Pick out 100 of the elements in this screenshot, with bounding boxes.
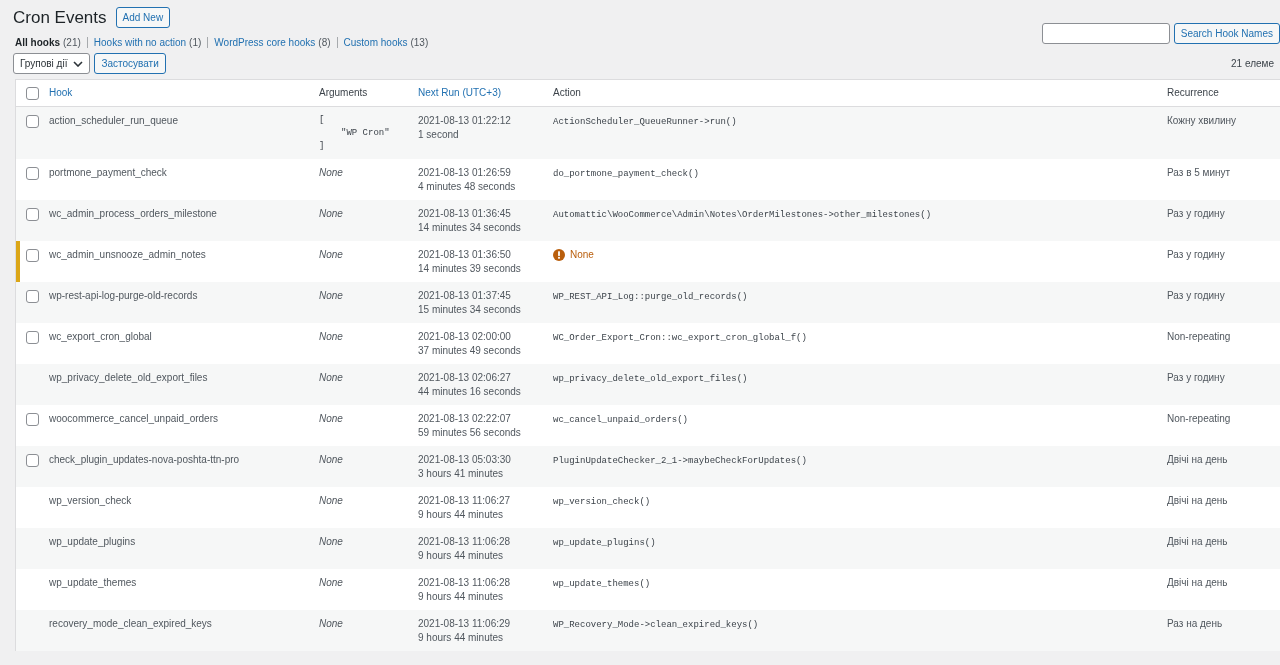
argument-code-line: [ (319, 114, 326, 127)
next-run-time: 2021-08-13 11:06:28 (418, 535, 512, 549)
filter-count: (8) (318, 37, 331, 48)
next-run-relative: 4 minutes 48 seconds (418, 180, 517, 194)
recurrence-text: Двічі на день (1167, 577, 1228, 588)
recurrence-text: Раз у годину (1167, 372, 1225, 383)
row-checkbox[interactable] (26, 208, 39, 221)
recurrence-text: Non-repeating (1167, 413, 1231, 424)
next-run-time: 2021-08-13 01:26:59 (418, 166, 512, 180)
argument-code-line: ] (319, 140, 326, 153)
hook-name: wp_update_plugins (49, 536, 136, 547)
recurrence-text: Раз на день (1167, 618, 1223, 629)
page-title: Cron Events (13, 7, 107, 28)
recurrence-text: Non-repeating (1167, 331, 1231, 342)
filter-link[interactable]: Custom hooks (343, 37, 408, 48)
hook-name: wc_admin_process_orders_milestone (49, 208, 217, 219)
action-callback: WP_REST_API_Log::purge_old_records() (553, 292, 748, 302)
hook-name: wc_export_cron_global (49, 331, 152, 342)
filter-link[interactable]: WordPress core hooks (214, 37, 316, 48)
row-checkbox[interactable] (26, 413, 39, 426)
arguments-none: None (319, 249, 343, 260)
filter-link[interactable]: All hooks (15, 37, 60, 48)
next-run-time: 2021-08-13 01:22:12 (418, 114, 512, 128)
next-run-relative: 3 hours 41 minutes (418, 467, 505, 481)
filter-link[interactable]: Hooks with no action (93, 37, 187, 48)
recurrence-text: Раз у годину (1167, 290, 1225, 301)
hook-name: wc_admin_unsnooze_admin_notes (49, 249, 206, 260)
arguments-none: None (319, 536, 343, 547)
next-run-relative: 9 hours 44 minutes (418, 631, 505, 645)
next-run-relative: 9 hours 44 minutes (418, 590, 505, 604)
arguments-none: None (319, 372, 343, 383)
hook-name: wp_version_check (49, 495, 132, 506)
recurrence-text: Двічі на день (1167, 495, 1228, 506)
recurrence-text: Двічі на день (1167, 536, 1228, 547)
hook-name: wp_update_themes (49, 577, 137, 588)
action-callback: WP_Recovery_Mode->clean_expired_keys() (553, 620, 759, 630)
hook-name: wp-rest-api-log-purge-old-records (49, 290, 198, 301)
column-header-link[interactable]: Hook (49, 87, 73, 98)
action-callback: WC_Order_Export_Cron::wc_export_cron_global_f() (553, 333, 807, 343)
filter-count: (21) (63, 37, 81, 48)
row-checkbox[interactable] (26, 167, 39, 180)
action-callback: ActionScheduler_QueueRunner->run() (553, 117, 737, 127)
action-callback: wp_privacy_delete_old_export_files() (553, 374, 748, 384)
recurrence-text: Раз в 5 минут (1167, 167, 1231, 178)
hook-name: action_scheduler_run_queue (49, 115, 178, 126)
search-button[interactable]: Search Hook Names (1173, 23, 1280, 44)
next-run-time: 2021-08-13 05:03:30 (418, 453, 512, 467)
next-run-time: 2021-08-13 02:00:00 (418, 330, 512, 344)
next-run-relative: 9 hours 44 minutes (418, 508, 505, 522)
item-count: 21 елеме (1231, 58, 1274, 69)
next-run-time: 2021-08-13 02:06:27 (418, 371, 512, 385)
apply-button[interactable]: Застосувати (94, 53, 166, 74)
action-callback: wp_version_check() (553, 497, 651, 507)
bulk-actions-dropdown[interactable]: Групові дії (13, 53, 91, 74)
row-checkbox[interactable] (26, 115, 39, 128)
arguments-none: None (319, 454, 343, 465)
hook-name: wp_privacy_delete_old_export_files (49, 372, 208, 383)
filter-count: (1) (189, 37, 202, 48)
next-run-relative: 37 minutes 49 seconds (418, 344, 522, 358)
action-callback: wp_update_themes() (553, 579, 651, 589)
arguments-none: None (319, 208, 343, 219)
arguments-none: None (319, 331, 343, 342)
next-run-time: 2021-08-13 01:37:45 (418, 289, 512, 303)
add-new-button[interactable]: Add New (115, 7, 171, 28)
row-checkbox[interactable] (26, 249, 39, 262)
hook-name: portmone_payment_check (49, 167, 167, 178)
next-run-time: 2021-08-13 11:06:29 (418, 617, 512, 631)
search-field[interactable] (1041, 23, 1170, 44)
action-callback: wp_update_plugins() (553, 538, 656, 548)
next-run-relative: 59 minutes 56 seconds (418, 426, 522, 440)
column-header: Recurrence (1167, 87, 1219, 98)
next-run-relative: 14 minutes 34 seconds (418, 221, 522, 235)
recurrence-text: Двічі на день (1167, 454, 1228, 465)
arguments-none: None (319, 167, 343, 178)
next-run-relative: 44 minutes 16 seconds (418, 385, 522, 399)
chevron-down-icon (73, 60, 84, 67)
recurrence-text: Кожну хвилину (1167, 115, 1237, 126)
recurrence-text: Раз у годину (1167, 249, 1225, 260)
row-checkbox[interactable] (26, 290, 39, 303)
arguments-none: None (319, 495, 343, 506)
next-run-relative: 1 second (418, 128, 460, 142)
filter-count: (13) (410, 37, 429, 48)
row-checkbox[interactable] (26, 454, 39, 467)
column-header: Arguments (319, 87, 368, 98)
next-run-relative: 9 hours 44 minutes (418, 549, 505, 563)
action-callback: PluginUpdateChecker_2_1->maybeCheckForUpdates() (553, 456, 807, 466)
row-checkbox[interactable] (26, 331, 39, 344)
arguments-none: None (319, 577, 343, 588)
hook-name: recovery_mode_clean_expired_keys (49, 618, 212, 629)
column-header-link[interactable]: Next Run (UTC+3) (418, 87, 502, 98)
next-run-relative: 15 minutes 34 seconds (418, 303, 522, 317)
action-callback: Automattic\WooCommerce\Admin\Notes\OrderMilestones->other_milestones() (553, 210, 932, 220)
select-all-checkbox[interactable] (26, 87, 39, 100)
arguments-none: None (319, 618, 343, 629)
arguments-none: None (319, 290, 343, 301)
recurrence-text: Раз у годину (1167, 208, 1225, 219)
next-run-time: 2021-08-13 01:36:50 (418, 248, 512, 262)
warning-icon (553, 249, 565, 261)
next-run-relative: 14 minutes 39 seconds (418, 262, 522, 276)
hook-name: woocommerce_cancel_unpaid_orders (49, 413, 218, 424)
